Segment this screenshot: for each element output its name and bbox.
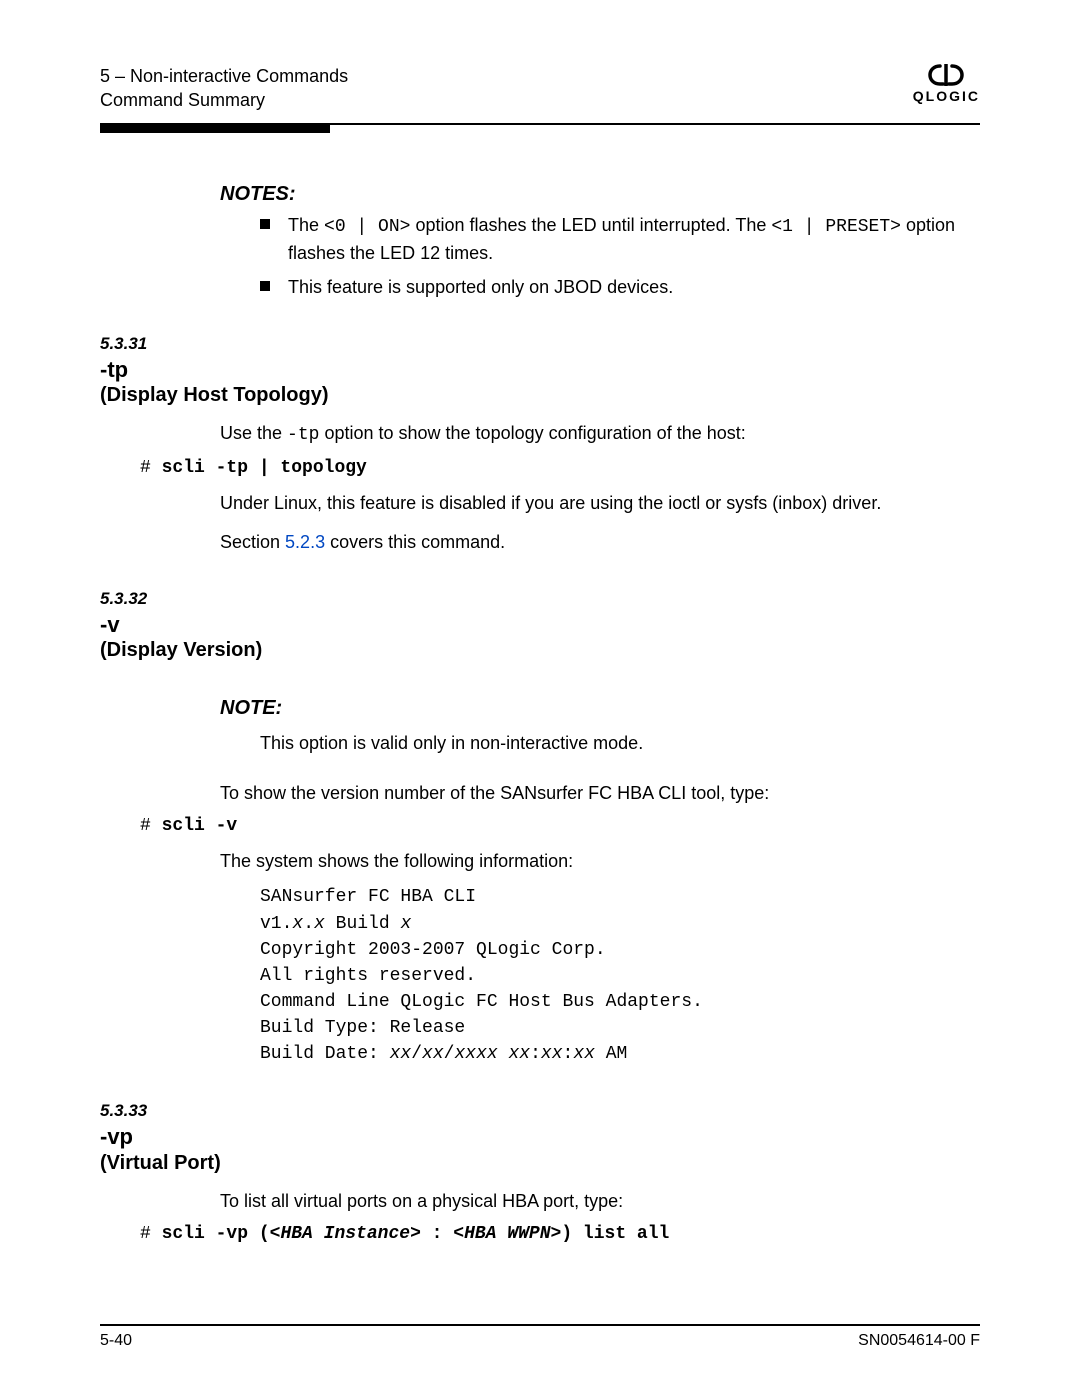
- section-title-tp: -tp (Display Host Topology): [100, 356, 980, 409]
- note-item-2: This feature is supported only on JBOD d…: [254, 274, 980, 300]
- tp-desc: Use the -tp option to show the topology …: [220, 420, 980, 448]
- notes-heading: NOTES:: [220, 183, 980, 206]
- section-title-vp: -vp (Virtual Port): [100, 1123, 980, 1176]
- brand-text: QLOGIC: [913, 88, 980, 104]
- section-number-5332: 5.3.32: [100, 589, 980, 609]
- v-output: SANsurfer FC HBA CLI v1.x.x Build x Copy…: [260, 884, 980, 1067]
- section-title-v: -v (Display Version): [100, 611, 980, 664]
- section-number-5333: 5.3.33: [100, 1101, 980, 1121]
- header-chapter: 5 – Non-interactive Commands: [100, 64, 348, 88]
- header-section: Command Summary: [100, 88, 348, 112]
- footer-rule: [100, 1324, 980, 1326]
- header-rule: [100, 123, 980, 133]
- doc-id: SN0054614-00 F: [858, 1332, 980, 1350]
- vp-desc: To list all virtual ports on a physical …: [220, 1188, 980, 1214]
- tp-linux-note: Under Linux, this feature is disabled if…: [220, 490, 980, 516]
- v-desc: To show the version number of the SANsur…: [220, 780, 980, 806]
- vp-command: # scli -vp (<HBA Instance> : <HBA WWPN>)…: [140, 1224, 980, 1244]
- v-output-intro: The system shows the following informati…: [220, 848, 980, 874]
- note-item-1: The <0 | ON> option flashes the LED unti…: [254, 212, 980, 266]
- note-heading: NOTE:: [220, 697, 260, 720]
- tp-xref: Section 5.2.3 covers this command.: [220, 529, 980, 555]
- page-number: 5-40: [100, 1332, 132, 1350]
- tp-command: # scli -tp | topology: [140, 458, 980, 478]
- brand-logo: QLOGIC: [913, 64, 980, 104]
- v-command: # scli -v: [140, 816, 980, 836]
- section-number-5331: 5.3.31: [100, 334, 980, 354]
- note-text: This option is valid only in non-interac…: [260, 730, 980, 756]
